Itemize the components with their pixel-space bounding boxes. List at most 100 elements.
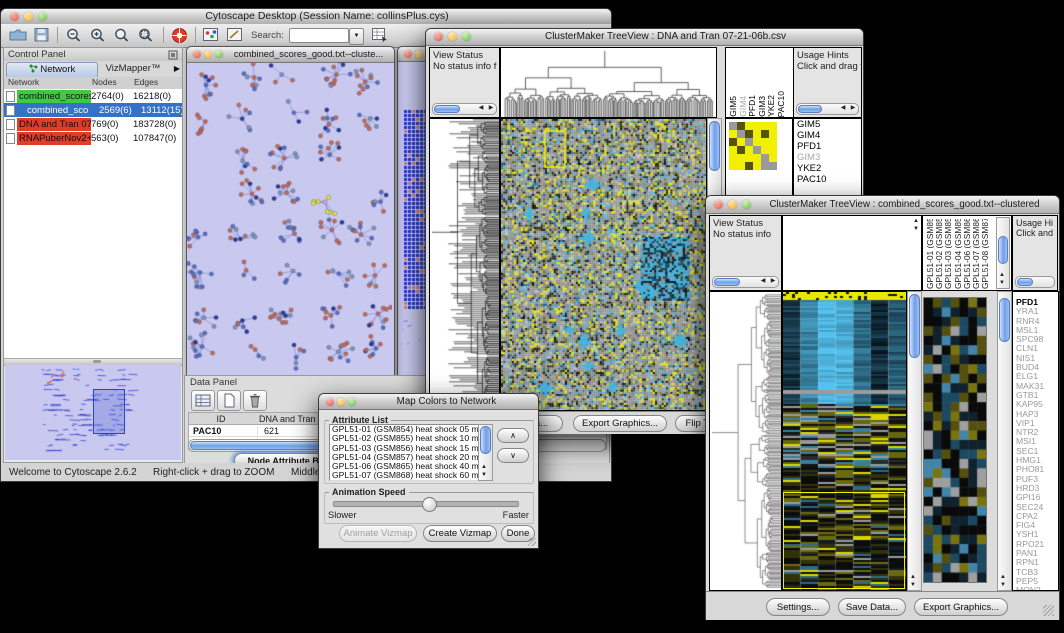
network-table-row[interactable]: combined_sco 2569(6) 13112(15) [4, 103, 182, 117]
column-label[interactable]: GPL51-06 (GSM865) [962, 219, 971, 289]
move-down-button[interactable]: ∨ [497, 448, 529, 463]
view-status-scrollbar[interactable]: ◀ ▶ [432, 103, 497, 115]
zoom-fit-icon[interactable] [113, 27, 131, 44]
vizmap-icon[interactable] [202, 27, 220, 43]
minimize-icon[interactable] [448, 32, 457, 41]
resize-grip-icon[interactable] [1043, 605, 1054, 616]
column-label[interactable]: GPL51-07 (GSM868) [971, 219, 980, 289]
column-label[interactable]: PFD1 [747, 95, 757, 117]
save-icon[interactable] [33, 27, 51, 43]
close-icon[interactable] [193, 50, 201, 58]
scroll-left-icon[interactable]: ◀ [838, 105, 848, 112]
export-graphics-button[interactable]: Export Graphics... [573, 415, 667, 432]
column-label[interactable]: GPL51-02 (GSM855) [934, 219, 943, 289]
scroll-up-icon[interactable]: ▲ [911, 218, 921, 225]
scroll-thumb[interactable] [998, 236, 1008, 264]
scroll-thumb[interactable] [798, 105, 822, 113]
column-label[interactable]: GIM5 [728, 96, 738, 117]
treeview1-heatmap[interactable] [500, 118, 707, 411]
column-label[interactable]: YKE2 [766, 95, 776, 117]
treeview2-heatmap-vscrollbar[interactable]: ▲ ▼ [907, 291, 922, 591]
treeview2-column-tree-area[interactable]: ▲ ▼ [782, 215, 922, 291]
gene-label[interactable]: YKE2 [794, 163, 861, 174]
column-labels-scrollbar[interactable]: ▲ ▼ [996, 217, 1010, 289]
close-icon[interactable] [714, 200, 723, 209]
col-edges[interactable]: Edges [134, 77, 158, 87]
zoom-selected-icon[interactable] [137, 27, 155, 44]
save-data-button[interactable]: Save Data... [838, 598, 906, 616]
column-label[interactable]: PAC10 [776, 91, 786, 117]
help-lifesaver-icon[interactable] [170, 26, 189, 45]
minimize-icon[interactable] [415, 50, 423, 58]
column-label[interactable]: GPL51-01 (GSM854) [925, 219, 934, 289]
col-network[interactable]: Network [8, 77, 39, 87]
network-view-titlebar[interactable]: combined_scores_good.txt--cluste... [187, 47, 394, 63]
column-label[interactable]: GPL51-04 (GSM857) [953, 219, 962, 289]
treeview2-titlebar[interactable]: ClusterMaker TreeView : combined_scores_… [706, 196, 1059, 214]
minimize-icon[interactable] [24, 12, 33, 21]
resize-grip-icon[interactable] [528, 538, 536, 546]
scroll-down-icon[interactable]: ▼ [998, 582, 1008, 589]
attribute-listbox[interactable]: GPL51-01 (GSM854) heat shock 05 minGPL51… [329, 424, 479, 481]
new-attribute-icon[interactable] [217, 390, 241, 411]
network-table-row[interactable]: DNA and Tran 07 769(0) 183728(0) [4, 117, 182, 131]
column-label[interactable]: GPL51-08 (GSM872) [980, 219, 989, 289]
open-folder-icon[interactable] [9, 27, 27, 43]
close-icon[interactable] [326, 398, 334, 406]
import-table-icon[interactable] [371, 27, 389, 43]
network-table-row[interactable]: RNAPuberNov2+ 563(0) 107847(0) [4, 131, 182, 145]
close-icon[interactable] [10, 12, 19, 21]
tab-overflow-icon[interactable]: ▶ [174, 62, 180, 76]
treeview2-row-dendrogram[interactable] [709, 291, 782, 591]
scroll-thumb[interactable] [714, 278, 740, 286]
animation-speed-slider[interactable] [333, 501, 519, 507]
animate-vizmap-button[interactable]: Animate Vizmap [339, 525, 417, 542]
usage-hints-scrollbar[interactable]: ◀ ▶ [796, 103, 859, 115]
scroll-up-icon[interactable]: ▲ [908, 574, 918, 581]
scroll-thumb[interactable] [1017, 278, 1033, 286]
float-panel-icon[interactable] [168, 50, 178, 60]
usage-hints-scrollbar[interactable] [1015, 276, 1055, 288]
close-icon[interactable] [404, 50, 412, 58]
zoom-out-icon[interactable] [65, 27, 83, 44]
birdseye-view[interactable] [5, 365, 181, 460]
scroll-right-icon[interactable]: ▶ [848, 105, 858, 112]
grid-icon[interactable] [191, 390, 215, 411]
scroll-thumb[interactable] [999, 298, 1010, 342]
maximize-icon[interactable] [348, 398, 356, 406]
treeview1-titlebar[interactable]: ClusterMaker TreeView : DNA and Tran 07-… [426, 29, 863, 46]
gene-label[interactable]: GIM3 [794, 152, 861, 163]
network-table-row[interactable]: combined_scores 2764(0) 16218(0) [4, 89, 182, 103]
minimize-icon[interactable] [204, 50, 212, 58]
zoom-in-icon[interactable] [89, 27, 107, 44]
scroll-up-icon[interactable]: ▲ [997, 272, 1007, 279]
treeview2-zoom-heatmap[interactable] [923, 297, 987, 583]
create-vizmap-button[interactable]: Create Vizmap [423, 525, 497, 542]
settings-button[interactable]: Settings... [766, 598, 830, 616]
search-input[interactable] [289, 28, 349, 43]
attribute-item[interactable]: GPL51-07 (GSM868) heat shock 60 min [330, 471, 478, 480]
slider-thumb[interactable] [422, 497, 437, 512]
scroll-left-icon[interactable]: ◀ [758, 278, 768, 285]
maximize-icon[interactable] [462, 32, 471, 41]
network-canvas[interactable] [187, 62, 392, 376]
scroll-thumb[interactable] [909, 294, 920, 358]
scroll-right-icon[interactable]: ▶ [486, 105, 496, 112]
tab-network[interactable]: Network [6, 62, 98, 77]
export-graphics-button[interactable]: Export Graphics... [914, 598, 1008, 616]
treeview1-row-dendrogram[interactable] [429, 118, 500, 411]
scroll-thumb[interactable] [434, 105, 460, 113]
scroll-up-icon[interactable]: ▲ [998, 574, 1008, 581]
scroll-right-icon[interactable]: ▶ [768, 278, 778, 285]
scroll-up-icon[interactable]: ▲ [479, 464, 489, 471]
gene-label[interactable]: GIM4 [794, 130, 861, 141]
annotation-icon[interactable] [226, 27, 244, 43]
column-label[interactable]: GIM4 [738, 96, 748, 117]
gene-label[interactable]: PFD1 [794, 141, 861, 152]
maximize-icon[interactable] [215, 50, 223, 58]
col-id[interactable]: ID [189, 414, 253, 424]
scroll-thumb[interactable] [709, 121, 720, 171]
scroll-thumb[interactable] [480, 426, 491, 454]
scroll-down-icon[interactable]: ▼ [479, 472, 489, 479]
gene-label[interactable]: PAC10 [794, 174, 861, 185]
